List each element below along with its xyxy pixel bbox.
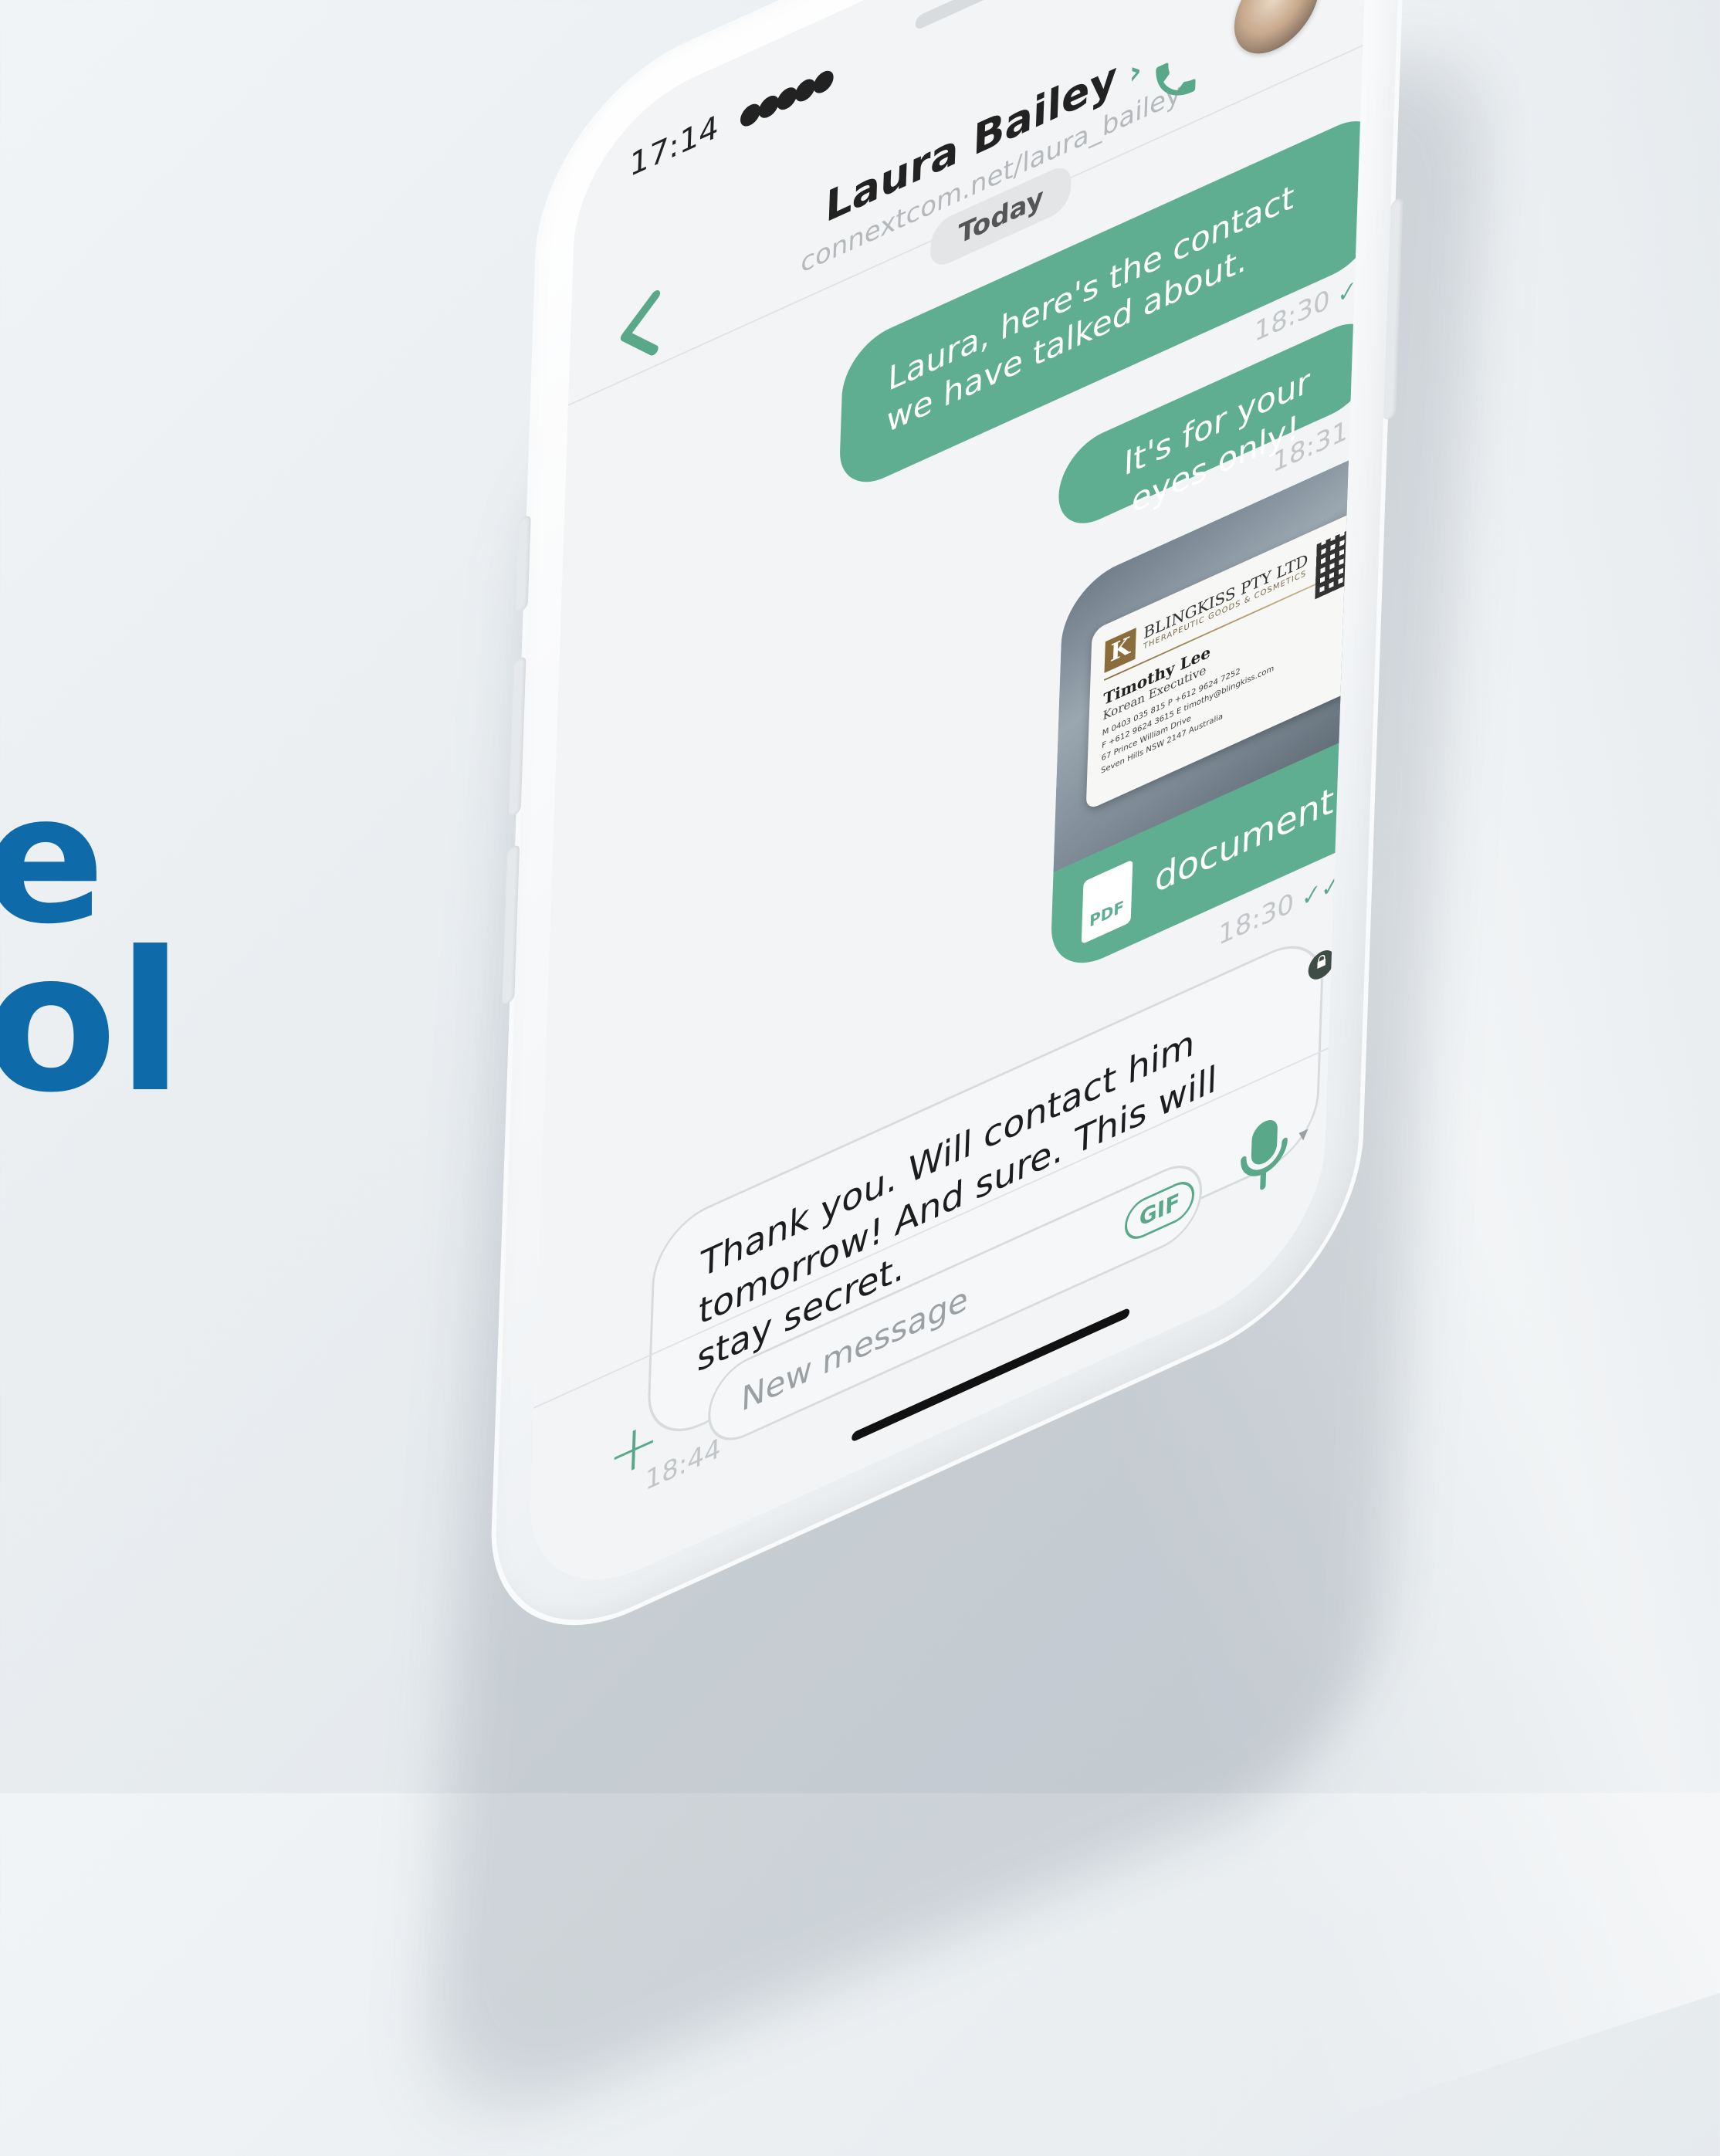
avatar[interactable]: [1233, 0, 1321, 69]
padlock-glyph: [1317, 954, 1326, 970]
headline-line-2: ol: [0, 910, 184, 1135]
chevron-left-icon: [620, 290, 661, 356]
pdf-file-icon: PDF: [1081, 859, 1133, 945]
microphone-button[interactable]: [1232, 1102, 1296, 1209]
back-button[interactable]: [615, 284, 664, 393]
chevron-right-icon: ›: [1128, 51, 1143, 93]
add-attachment-button[interactable]: +: [607, 1400, 661, 1496]
card-tagline: THERAPEUTIC GOODS & COSMETICS: [1143, 569, 1307, 652]
card-company: BLINGKISS PTY LTD: [1143, 550, 1309, 643]
caret-down-icon[interactable]: ▾: [1298, 1122, 1309, 1148]
microphone-icon: [1241, 1120, 1288, 1190]
